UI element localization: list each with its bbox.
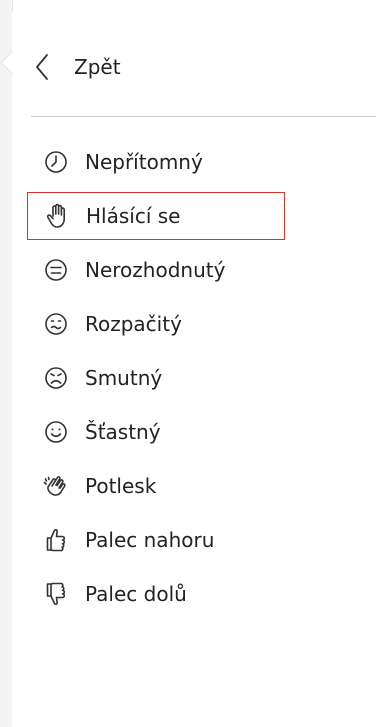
raised-hand-icon xyxy=(42,201,72,231)
status-menu-page: Zpět Nepřítomný Hlásící se Nerozhodnutý … xyxy=(0,0,385,727)
back-button[interactable]: Zpět xyxy=(34,45,284,89)
menu-item-label: Hlásící se xyxy=(86,204,181,228)
happy-face-icon xyxy=(41,417,71,447)
thumbs-down-icon xyxy=(41,579,71,609)
neutral-face-icon xyxy=(41,255,71,285)
menu-item-label: Nerozhodnutý xyxy=(85,258,226,282)
menu-item-undecided[interactable]: Nerozhodnutý xyxy=(27,246,285,294)
menu-item-absent[interactable]: Nepřítomný xyxy=(27,138,285,186)
menu-divider xyxy=(31,116,376,117)
menu-item-label: Potlesk xyxy=(85,474,157,498)
clock-icon xyxy=(41,147,71,177)
menu-item-label: Palec dolů xyxy=(85,582,187,606)
menu-item-happy[interactable]: Šťastný xyxy=(27,408,285,456)
sad-face-icon xyxy=(41,363,71,393)
thumbs-up-icon xyxy=(41,525,71,555)
menu-item-thumbs-down[interactable]: Palec dolů xyxy=(27,570,285,618)
menu-item-label: Nepřítomný xyxy=(85,150,203,174)
menu-item-label: Smutný xyxy=(85,366,163,390)
confused-face-icon xyxy=(41,309,71,339)
menu-item-sad[interactable]: Smutný xyxy=(27,354,285,402)
clapping-hands-icon xyxy=(41,471,71,501)
menu-item-applause[interactable]: Potlesk xyxy=(27,462,285,510)
menu-item-label: Palec nahoru xyxy=(85,528,215,552)
menu-item-raised-hand[interactable]: Hlásící se xyxy=(27,192,285,240)
menu-item-label: Rozpačitý xyxy=(85,312,182,336)
chevron-left-icon xyxy=(34,53,50,81)
menu-item-label: Šťastný xyxy=(85,420,161,444)
menu-item-embarrassed[interactable]: Rozpačitý xyxy=(27,300,285,348)
back-label: Zpět xyxy=(74,55,121,79)
menu-item-thumbs-up[interactable]: Palec nahoru xyxy=(27,516,285,564)
